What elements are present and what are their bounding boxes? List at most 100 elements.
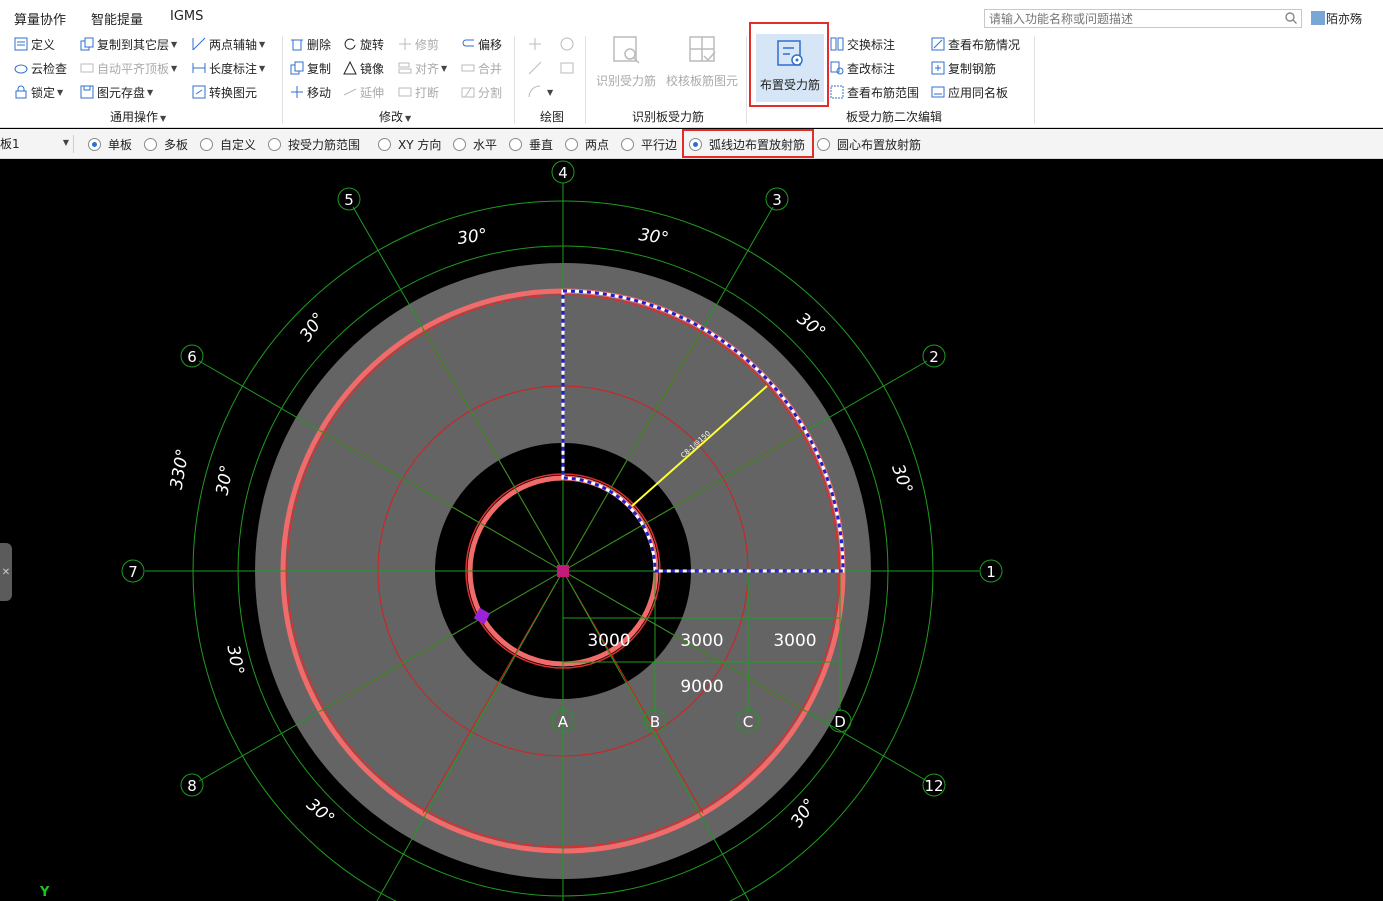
group-label-general[interactable]: 通用操作 ▼: [110, 108, 166, 125]
copy-to-floor-button[interactable]: 复制到其它层 ▼: [80, 34, 177, 54]
drawing-canvas[interactable]: C8-1@150 1 2 3 4 5 6 7 8 12 A B C D 30° …: [0, 160, 1383, 901]
tab-igms[interactable]: IGMS: [170, 9, 203, 24]
place-rebar-label: 布置受力筋: [759, 78, 820, 92]
merge-label: 合并: [478, 61, 503, 76]
app-window: 算量协作 智能提量 IGMS 陌亦殇 定义 云检查 锁定▼ 复制到其它层▼ 自动…: [0, 0, 1383, 901]
rotate-button[interactable]: 旋转: [343, 34, 384, 54]
delete-button[interactable]: 删除: [290, 34, 331, 54]
identify-rebar-button[interactable]: 识别受力筋: [595, 34, 657, 89]
menu-bar: 算量协作 智能提量 IGMS 陌亦殇: [0, 0, 1383, 32]
rotate-label: 旋转: [360, 37, 385, 52]
draw-rect-button[interactable]: [560, 58, 577, 78]
edit-label-icon: [830, 61, 844, 75]
axis-label: 1: [986, 563, 996, 581]
layer-select-value: 板1: [0, 137, 20, 151]
copy-button[interactable]: 复制: [290, 58, 331, 78]
move-button[interactable]: 移动: [290, 82, 331, 102]
layer-select[interactable]: 板1 ▼: [0, 135, 74, 153]
draw-point-button[interactable]: [528, 34, 545, 54]
radio-two-point[interactable]: 两点: [565, 136, 609, 152]
side-panel-toggle[interactable]: ✕: [0, 543, 12, 601]
draw-circle-button[interactable]: [560, 34, 577, 54]
dimension-icon: [192, 61, 206, 75]
split-label: 分割: [478, 85, 503, 100]
draw-arc-button[interactable]: ▼: [528, 82, 553, 102]
align-label: 对齐: [415, 61, 440, 76]
swap-label-label: 交换标注: [847, 37, 896, 52]
draw-line-button[interactable]: [528, 58, 545, 78]
layout-icon: [931, 37, 945, 51]
align-button[interactable]: 对齐 ▼: [398, 58, 447, 78]
lock-button[interactable]: 锁定 ▼: [14, 82, 63, 102]
radio-center-radial[interactable]: 圆心布置放射筋: [817, 136, 921, 152]
length-dim-label: 长度标注: [209, 61, 258, 76]
radio-parallel-edge[interactable]: 平行边: [621, 136, 677, 152]
angle-label: 30°: [637, 225, 670, 249]
define-button[interactable]: 定义: [14, 34, 55, 54]
chevron-down-icon: ▼: [441, 63, 448, 73]
group-label-modify[interactable]: 修改 ▼: [379, 108, 411, 125]
view-layout-button[interactable]: 查看布筋情况: [931, 34, 1020, 54]
chevron-down-icon: ▼: [57, 87, 64, 97]
radio-dot: [453, 137, 466, 151]
apply-same-slab-button[interactable]: 应用同名板: [931, 82, 1008, 102]
cloud-check-button[interactable]: 云检查: [14, 58, 67, 78]
auto-align-slab-button[interactable]: 自动平齐顶板 ▼: [80, 58, 177, 78]
angle-label: 30°: [887, 462, 916, 497]
radio-arc-radial[interactable]: 弧线边布置放射筋: [689, 136, 805, 152]
move-label: 移动: [307, 85, 332, 100]
angle-label: 30°: [213, 464, 238, 497]
swap-label-button[interactable]: 交换标注: [830, 34, 895, 54]
edit-label-button[interactable]: 查改标注: [830, 58, 895, 78]
radio-multi-slab[interactable]: 多板: [144, 136, 188, 152]
break-label: 打断: [415, 85, 440, 100]
trim-button[interactable]: 修剪: [398, 34, 439, 54]
delete-label: 删除: [307, 37, 332, 52]
extend-button[interactable]: 延伸: [343, 82, 384, 102]
chevron-down-icon: ▼: [259, 63, 266, 73]
offset-button[interactable]: 偏移: [461, 34, 502, 54]
arc-icon: [528, 85, 542, 99]
radio-horizontal[interactable]: 水平: [453, 136, 497, 152]
username[interactable]: 陌亦殇: [1326, 10, 1362, 27]
angle-label: 30°: [787, 795, 821, 831]
two-point-axis-button[interactable]: 两点辅轴 ▼: [192, 34, 265, 54]
tab-smart-extract[interactable]: 智能提量: [91, 9, 143, 28]
radio-single-slab[interactable]: 单板: [88, 136, 132, 152]
two-point-axis-label: 两点辅轴: [209, 37, 258, 52]
axis-label: B: [650, 713, 660, 731]
check-rebar-button[interactable]: 校核板筋图元: [664, 34, 740, 89]
radio-vertical[interactable]: 垂直: [509, 136, 553, 152]
radio-dot: [88, 137, 101, 151]
save-element-label: 图元存盘: [97, 85, 146, 100]
avatar[interactable]: [1311, 11, 1325, 25]
move-icon: [290, 85, 304, 99]
copy-rebar-button[interactable]: 复制钢筋: [931, 58, 996, 78]
place-rebar-button[interactable]: 布置受力筋: [756, 34, 824, 102]
angle-label: 30°: [793, 309, 829, 343]
center-point[interactable]: [557, 565, 569, 577]
point-icon: [528, 37, 542, 51]
group-label-draw: 绘图: [540, 110, 565, 124]
axis-label: D: [834, 713, 846, 731]
tab-collab[interactable]: 算量协作: [14, 9, 66, 28]
save-element-button[interactable]: 图元存盘 ▼: [80, 82, 153, 102]
search-input[interactable]: [984, 9, 1302, 28]
length-dim-button[interactable]: 长度标注 ▼: [192, 58, 265, 78]
merge-button[interactable]: 合并: [461, 58, 502, 78]
search-icon[interactable]: [1284, 11, 1298, 25]
radio-by-range[interactable]: 按受力筋范围: [268, 136, 360, 152]
split-button[interactable]: 分割: [461, 82, 502, 102]
radio-xy[interactable]: XY 方向: [378, 136, 441, 152]
convert-element-button[interactable]: 转换图元: [192, 82, 257, 102]
cad-drawing[interactable]: C8-1@150 1 2 3 4 5 6 7 8 12 A B C D 30° …: [0, 160, 1383, 901]
convert-icon: [192, 85, 206, 99]
view-range-button[interactable]: 查看布筋范围: [830, 82, 919, 102]
axis-icon: [192, 37, 206, 51]
break-button[interactable]: 打断: [398, 82, 439, 102]
radio-custom[interactable]: 自定义: [200, 136, 256, 152]
define-label: 定义: [31, 37, 56, 52]
mirror-button[interactable]: 镜像: [343, 58, 384, 78]
radio-dot: [689, 137, 702, 151]
rectangle-icon: [560, 61, 574, 75]
